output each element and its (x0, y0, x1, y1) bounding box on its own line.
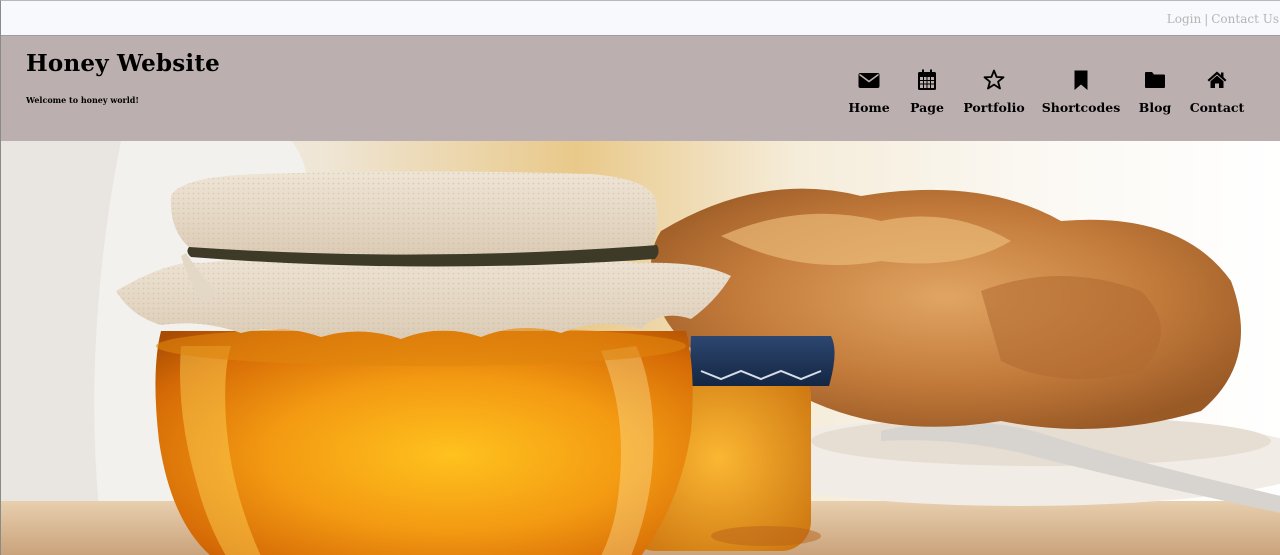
top-utility-bar: Login | Contact Us (1, 1, 1280, 36)
envelope-icon (857, 68, 881, 92)
nav-label-portfolio: Portfolio (963, 100, 1025, 115)
nav-item-portfolio[interactable]: Portfolio (963, 68, 1025, 118)
main-nav: Home Page Portfolio Shortcodes Blog Cont… (1, 36, 1280, 141)
folder-icon (1143, 68, 1167, 92)
bookmark-icon (1069, 68, 1093, 92)
nav-item-shortcodes[interactable]: Shortcodes (1042, 68, 1120, 118)
nav-label-shortcodes: Shortcodes (1041, 100, 1121, 115)
nav-label-blog: Blog (1138, 100, 1172, 115)
contact-us-link[interactable]: Contact Us (1211, 12, 1279, 26)
nav-item-home[interactable]: Home (848, 68, 890, 118)
nav-item-blog[interactable]: Blog (1139, 68, 1171, 118)
nav-item-page[interactable]: Page (910, 68, 944, 118)
link-separator: | (1204, 12, 1209, 26)
star-icon (982, 68, 1006, 92)
login-link[interactable]: Login (1167, 12, 1201, 26)
nav-label-page: Page (910, 100, 944, 115)
nav-item-contact[interactable]: Contact (1189, 68, 1245, 118)
page: Login | Contact Us Honey Website Welcome t… (0, 0, 1280, 555)
home-icon (1205, 68, 1229, 92)
nav-label-home: Home (848, 100, 890, 115)
site-header: Honey Website Welcome to honey world! Ho… (1, 36, 1280, 141)
calendar-icon (915, 68, 939, 92)
nav-label-contact: Contact (1189, 100, 1245, 115)
top-links: Login | Contact Us (1167, 12, 1279, 26)
hero-image (1, 141, 1280, 555)
honey-jar-photo (1, 141, 1280, 555)
